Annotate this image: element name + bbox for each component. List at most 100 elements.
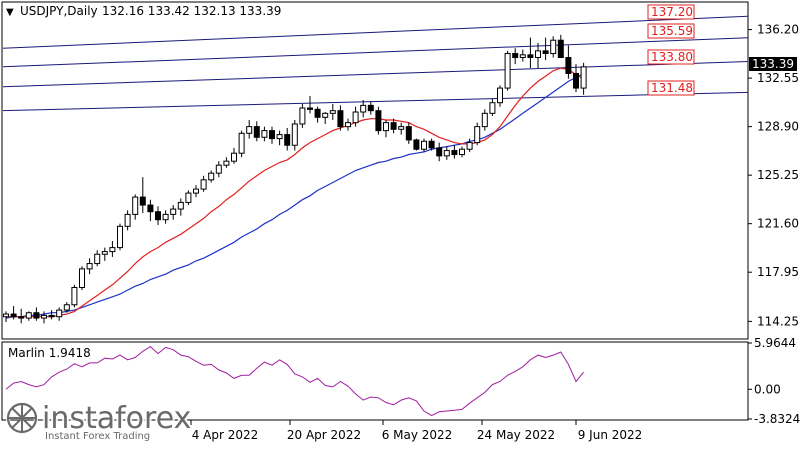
candle — [117, 223, 123, 251]
candle-body — [535, 50, 541, 59]
candle-body — [79, 268, 85, 288]
watermark-tagline: Instant Forex Trading — [45, 431, 150, 442]
candle-body — [56, 309, 63, 318]
candle — [238, 130, 245, 158]
level-label: 131.48 — [647, 80, 695, 96]
candle-body — [367, 104, 374, 112]
header-ohlc: 132.16 133.42 132.13 133.39 — [102, 4, 281, 18]
candle-body — [215, 164, 222, 174]
chart-background — [0, 0, 805, 445]
time-tick-label: 4 Apr 2022 — [192, 428, 259, 442]
level-label-text: 137.20 — [651, 5, 693, 19]
candle-body — [550, 39, 557, 55]
osc-tick-label: 5.9644 — [754, 336, 796, 350]
current-price-tag: 133.39 — [749, 57, 797, 71]
candle — [375, 106, 382, 135]
candle-body — [10, 313, 17, 318]
price-tick-label: 117.95 — [757, 265, 799, 279]
candle-body — [329, 110, 336, 114]
candle-body — [276, 134, 283, 140]
candle-body — [299, 107, 306, 125]
candle-body — [124, 213, 131, 227]
header-arrow-icon[interactable]: ▼ — [6, 7, 14, 18]
candle-body — [375, 110, 382, 132]
candle — [71, 284, 78, 308]
candle-body — [253, 126, 260, 138]
candle-body — [481, 112, 488, 128]
candle-body — [337, 110, 344, 128]
candle-body — [261, 130, 268, 138]
candle-body — [322, 112, 329, 118]
chart-canvas: 136.20 132.55 128.90 125.25 121.60 117.95 114.… — [0, 0, 805, 445]
candle-body — [474, 126, 481, 144]
candle-body — [63, 304, 70, 311]
candle-body — [519, 54, 526, 59]
candle-body — [200, 179, 207, 190]
candle-body — [177, 201, 184, 210]
candle-body — [428, 140, 435, 149]
level-label: 135.59 — [647, 23, 695, 39]
level-label: 137.20 — [647, 4, 695, 20]
candle-body — [246, 126, 253, 134]
candle-body — [504, 53, 511, 89]
price-tick-label: 136.20 — [757, 23, 799, 37]
candle-body — [185, 192, 192, 203]
candle-body — [25, 312, 32, 319]
candle-body — [398, 126, 405, 130]
level-label-text: 135.59 — [651, 24, 693, 38]
level-label-text: 131.48 — [651, 81, 693, 95]
level-label: 133.80 — [647, 49, 695, 65]
candle-body — [580, 66, 587, 89]
candle — [299, 104, 306, 128]
price-tick-label: 114.25 — [757, 314, 799, 328]
chart-window: 136.20 132.55 128.90 125.25 121.60 117.95 114.… — [0, 0, 805, 445]
candle-body — [41, 314, 47, 319]
price-tick-label: 125.25 — [757, 168, 799, 182]
candle-body — [147, 204, 154, 213]
current-price-text: 133.39 — [752, 57, 794, 71]
time-tick-label: 6 May 2022 — [382, 428, 453, 442]
candle-body — [223, 160, 230, 166]
candle — [185, 190, 192, 206]
candle-body — [352, 111, 359, 124]
candle-body — [3, 313, 9, 318]
candle-body — [345, 122, 351, 128]
candle-body — [238, 132, 245, 154]
candle-body — [170, 208, 177, 215]
candle-body — [117, 225, 123, 249]
candle-body — [101, 251, 108, 255]
candle-body — [527, 54, 534, 59]
candle-body — [48, 314, 55, 318]
candle-body — [436, 147, 443, 157]
candle-body — [284, 134, 291, 146]
header-symbol: USDJPY,Daily — [20, 4, 98, 18]
candle-body — [155, 211, 161, 221]
candle — [413, 138, 420, 151]
level-label-text: 133.80 — [651, 50, 693, 64]
candle-body — [443, 150, 450, 157]
candle-body — [33, 312, 40, 319]
candle-body — [451, 150, 458, 156]
candle-body — [208, 172, 215, 181]
candle-body — [314, 108, 321, 118]
candle-body — [231, 152, 237, 162]
candle-body — [489, 102, 496, 114]
candle-body — [71, 286, 78, 306]
candle-body — [94, 253, 101, 265]
candle-body — [193, 188, 199, 194]
candle-body — [497, 87, 503, 104]
candle-body — [269, 130, 275, 140]
candle-body — [307, 107, 313, 110]
candle — [79, 266, 85, 291]
candle-body — [565, 57, 572, 74]
candle-body — [557, 39, 564, 59]
instaforex-logo-icon — [6, 402, 38, 434]
candle — [504, 50, 511, 91]
candle-body — [18, 316, 25, 319]
candle-body — [459, 148, 465, 156]
candle-body — [86, 263, 93, 270]
candle-body — [573, 72, 579, 89]
candle-body — [162, 213, 169, 221]
candle-body — [413, 139, 420, 150]
price-tick-label: 128.90 — [757, 120, 799, 134]
